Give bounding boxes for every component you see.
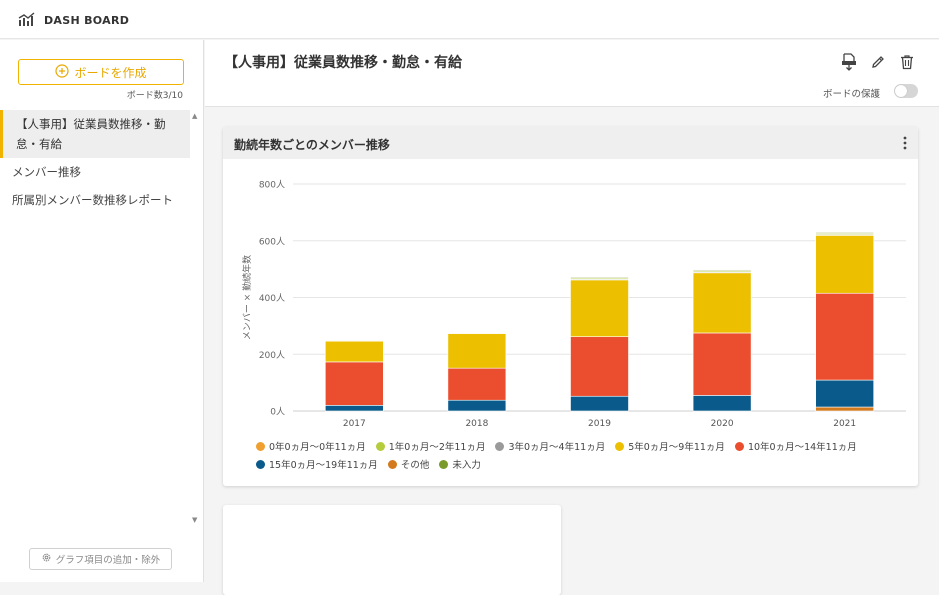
bar-segment [815,232,875,234]
bar-segment [815,292,875,381]
legend-label: 10年0ヵ月〜14年11ヵ月 [747,442,857,453]
legend-item[interactable]: 15年0ヵ月〜19年11ヵ月 [256,457,378,471]
y-tick-label: 600人 [259,236,285,247]
export-pdf-icon[interactable] [840,53,858,71]
board-list: 【人事用】従業員数推移・勤怠・有給 メンバー推移 所属別メンバー数推移レポート [0,110,190,214]
board-item-member-trend[interactable]: メンバー推移 [0,158,190,186]
x-tick-label: 2017 [343,419,366,429]
sidebar: ボードを作成 ボード数3/10 【人事用】従業員数推移・勤怠・有給 メンバー推移… [0,40,204,582]
sidebar-scrollbar[interactable]: ▲ ▼ [190,110,202,528]
bar-segment [447,367,507,401]
y-tick-label: 200人 [259,350,285,361]
bar-segment [325,339,384,341]
legend-row: 15年0ヵ月〜19年11ヵ月 その他 未入力 [256,455,906,473]
bar-segment [815,235,875,294]
page-title: 【人事用】従業員数推移・勤怠・有給 [224,55,462,71]
bar-segment [815,406,875,412]
board-item-dept-report[interactable]: 所属別メンバー数推移レポート [0,186,190,214]
legend-label: 5年0ヵ月〜9年11ヵ月 [628,442,725,453]
legend-label: その他 [400,460,430,471]
create-board-button[interactable]: ボードを作成 [18,59,184,85]
x-tick-label: 2020 [711,419,734,429]
board-header: 【人事用】従業員数推移・勤怠・有給 ボードの保護 [205,40,939,107]
legend-item[interactable]: その他 [387,457,430,471]
legend-row: 0年0ヵ月〜0年11ヵ月 1年0ヵ月〜2年11ヵ月 3年0ヵ月〜4年11ヵ月 5年0ヵ… [256,437,906,455]
bar-segment [325,361,384,406]
add-remove-graph-button[interactable]: グラフ項目の追加・除外 [29,548,172,570]
stacked-bar-chart: 0人 200人 400人 600人 800人メンバー × 勤続年数 2017 2018 201… [241,180,906,429]
app-logo[interactable]: DASH BOARD [18,11,129,30]
bar-segment [570,279,629,337]
board-item-label: 所属別メンバー数推移レポート [12,193,173,207]
board-count: ボード数3/10 [126,91,183,101]
bar-segment [447,333,507,369]
legend-swatch [256,441,265,451]
y-axis-label: メンバー × 勤続年数 [241,255,253,340]
legend-item[interactable]: 0年0ヵ月〜0年11ヵ月 [256,439,366,453]
bar-segment [570,336,629,397]
bar-segment [692,269,752,272]
gear-icon [41,552,52,566]
legend-item[interactable]: 未入力 [439,457,481,471]
create-board-label: ボードを作成 [74,65,147,80]
board-item-label: 【人事用】従業員数推移・勤怠・有給 [16,117,166,151]
bar-segment [447,399,507,412]
legend-label: 1年0ヵ月〜2年11ヵ月 [388,442,486,453]
toggle-knob [895,85,907,97]
scroll-up-icon[interactable]: ▲ [192,112,197,120]
board-item-label: メンバー推移 [12,165,81,179]
legend-swatch [256,459,265,469]
legend-swatch [387,459,397,469]
legend-item[interactable]: 5年0ヵ月〜9年11ヵ月 [615,439,725,453]
bar-segment [692,272,752,334]
legend-item[interactable]: 1年0ヵ月〜2年11ヵ月 [375,439,486,453]
legend-label: 15年0ヵ月〜19年11ヵ月 [269,460,378,471]
scroll-down-icon[interactable]: ▼ [192,516,197,524]
chart-card: 勤続年数ごとのメンバー推移 0人 200人 400人 600人 800人 メンバー × 勤… [223,127,918,486]
board-protect-label: ボードの保護 [823,89,881,100]
x-tick-label: 2018 [465,419,488,429]
add-remove-graph-label: グラフ項目の追加・除外 [55,555,161,566]
top-bar: DASH BOARD [0,0,939,39]
trash-icon[interactable] [898,53,916,71]
dashboard-chart-icon [18,11,36,30]
legend-label: 未入力 [452,460,481,471]
bar-segment [325,405,384,412]
plus-circle-icon [55,63,70,81]
board-protect-toggle[interactable] [894,84,918,98]
bar-segment [325,340,384,363]
app-title: DASH BOARD [44,14,130,27]
bar-segment [692,395,752,412]
legend-swatch [375,441,385,451]
bar-segment [570,276,629,279]
board-item-hr[interactable]: 【人事用】従業員数推移・勤怠・有給 [0,110,190,158]
y-tick-label: 400人 [259,293,285,304]
y-tick-label: 0人 [270,407,285,418]
bar-segment [815,379,875,408]
bar-segment [447,331,507,333]
bar-segment [570,395,629,412]
legend-swatch [734,441,744,451]
bar-segment [692,332,752,396]
legend-swatch [615,441,625,451]
legend-label: 0年0ヵ月〜0年11ヵ月 [269,442,366,453]
x-tick-label: 2019 [588,419,611,429]
chart-legend: 0年0ヵ月〜0年11ヵ月 1年0ヵ月〜2年11ヵ月 3年0ヵ月〜4年11ヵ月 5年0ヵ… [256,437,906,473]
legend-item[interactable]: 3年0ヵ月〜4年11ヵ月 [495,439,605,453]
legend-swatch [439,459,449,469]
x-tick-label: 2021 [833,419,856,429]
legend-label: 3年0ヵ月〜4年11ヵ月 [508,442,606,453]
legend-swatch [495,441,505,451]
edit-pencil-icon[interactable] [869,53,887,71]
legend-item[interactable]: 10年0ヵ月〜14年11ヵ月 [734,439,857,453]
y-tick-label: 800人 [259,180,285,191]
